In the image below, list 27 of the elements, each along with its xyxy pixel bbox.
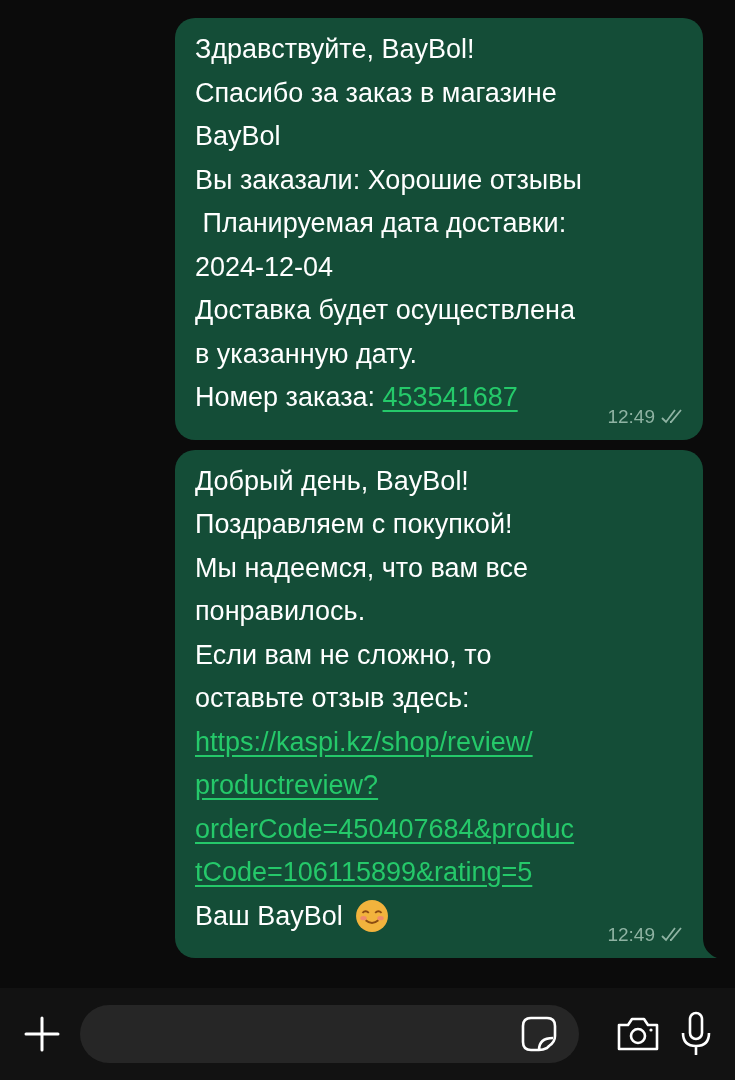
message-text: Вы заказали: Хорошие отзывы (195, 163, 582, 197)
message-text: Ваш BayBol (195, 899, 343, 933)
message-text: Доставка будет осуществлена (195, 294, 575, 327)
sticker-icon[interactable] (521, 1016, 557, 1052)
message-text: Здравствуйте, BayBol! (195, 33, 475, 66)
message-text: Спасибо за заказ в магазине (195, 76, 557, 110)
message-text: оставьте отзыв здесь: (195, 682, 470, 715)
message-text: Планируемая дата доставки: (201, 207, 567, 240)
message-link[interactable]: 453541687 (382, 376, 518, 420)
message-time: 12:49 (607, 405, 655, 428)
message-link[interactable]: productreview? (195, 764, 379, 808)
message-text: Поздравляем с покупкой! (195, 508, 513, 541)
message-text: BayBol (195, 120, 281, 153)
message-text: Если вам не сложно, то (195, 638, 492, 672)
message-link[interactable]: https://kaspi.kz/shop/review/ (195, 720, 533, 764)
message-link[interactable]: orderCode=450407684&produc (195, 807, 575, 851)
message-text: понравилось. (195, 595, 366, 628)
message-text: Добрый день, BayBol! (195, 464, 469, 498)
message-text: в указанную дату. (195, 337, 418, 371)
message-text: Мы надеемся, что вам все (195, 551, 529, 585)
message-time: 12:49 (607, 924, 655, 946)
message-text: Номер заказа: (195, 381, 377, 414)
message-text: 2024-12-04 (195, 250, 334, 284)
camera-button[interactable] (615, 1015, 661, 1053)
message-link[interactable]: tCode=106115899&rating=5 (195, 851, 533, 895)
microphone-button[interactable] (679, 1011, 713, 1057)
add-button[interactable] (22, 1014, 62, 1054)
